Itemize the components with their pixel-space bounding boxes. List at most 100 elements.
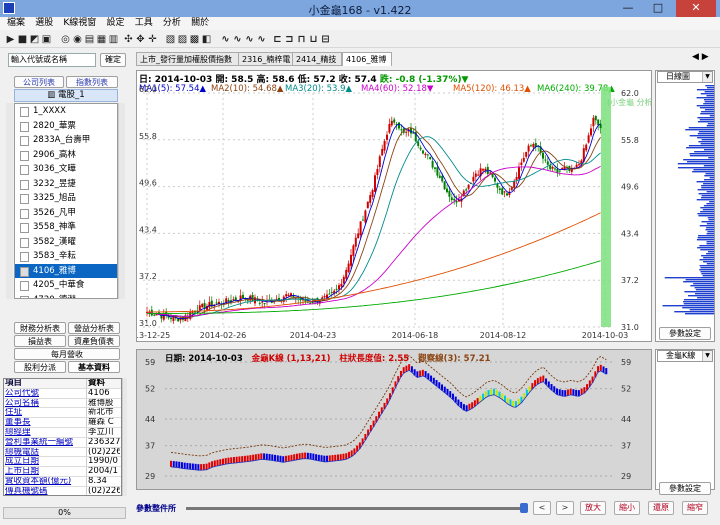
info-scrollbar[interactable] — [122, 378, 127, 496]
tool-a-icon[interactable]: ▧ — [165, 34, 176, 45]
k-c-icon[interactable]: ⊓ — [296, 34, 307, 45]
volume-bar — [698, 193, 714, 195]
tab-taiex[interactable]: 上市_發行量加權股價指數 — [136, 52, 246, 66]
volume-bar — [687, 161, 714, 163]
indicator-select[interactable]: 金龜K線 ▼ — [657, 350, 713, 362]
list-item[interactable]: 3582_漢曜 — [15, 235, 117, 250]
list-item[interactable]: 4205_中華食 — [15, 278, 117, 293]
zoom-out-button[interactable]: 縮小 — [614, 501, 640, 515]
tool-c-icon[interactable]: ▩ — [189, 34, 200, 45]
stock-list-scrollbar[interactable] — [118, 103, 125, 299]
indicator-plot[interactable]: 59 59 52 52 44 44 37 37 29 29 — [137, 350, 651, 489]
close-button[interactable]: ✕ — [676, 0, 716, 17]
kline-plot[interactable]: 62.0 62.0 55.8 55.8 49.6 49.6 43.4 43.4 37.2 37.2… — [137, 71, 651, 341]
cross-icon[interactable]: ✛ — [147, 34, 158, 45]
tool-b-icon[interactable]: ▨ — [177, 34, 188, 45]
info-key[interactable]: 實收資本額(億元) — [4, 477, 86, 486]
list-item[interactable]: 3325_旭品 — [15, 191, 117, 206]
print-icon[interactable]: ▣ — [41, 34, 52, 45]
income-statement-button[interactable]: 損益表 — [14, 335, 66, 347]
list-item[interactable]: 3036_文曄 — [15, 162, 117, 177]
volume-bar — [699, 265, 714, 267]
search-input[interactable]: 輸入代號或名稱 — [8, 53, 96, 67]
k-a-icon[interactable]: ⊏ — [272, 34, 283, 45]
basic-info-button[interactable]: 基本資料 — [68, 361, 120, 373]
restore-button[interactable]: 還原 — [648, 501, 674, 515]
tab-2316[interactable]: 2316_楠梓電 — [238, 52, 294, 66]
zoom-icon[interactable]: ◉ — [72, 34, 83, 45]
wave-a-icon[interactable]: ∿ — [220, 34, 231, 45]
k-d-icon[interactable]: ⊔ — [308, 34, 319, 45]
search-icon[interactable]: ◎ — [60, 34, 71, 45]
prev-button[interactable]: < — [533, 501, 551, 515]
save-icon[interactable]: ■ — [17, 34, 28, 45]
list-item[interactable]: 2906_高林 — [15, 148, 117, 163]
info-key[interactable]: 成立日期 — [4, 457, 86, 466]
kline-chart[interactable]: 日: 2014-10-03 開: 58.5 高: 58.6 低: 57.2 收:… — [136, 70, 652, 342]
menu-about[interactable]: 關於 — [191, 17, 209, 30]
time-slider-handle[interactable] — [520, 503, 528, 513]
list-item[interactable]: 4106_雅博 — [15, 263, 117, 278]
menu-analysis[interactable]: 分析 — [163, 17, 181, 30]
info-key[interactable]: 總機電話 — [4, 448, 86, 457]
menu-file[interactable]: 檔案 — [7, 17, 25, 30]
grid-icon[interactable]: ▦ — [96, 34, 107, 45]
move-icon[interactable]: ✣ — [123, 34, 134, 45]
open-icon[interactable]: ◩ — [29, 34, 40, 45]
shrink-button[interactable]: 縮窄 — [682, 501, 708, 515]
left-scrollbar[interactable] — [6, 103, 13, 299]
index-list-button[interactable]: 指數列表 — [66, 76, 118, 88]
confirm-button[interactable]: 確定 — [100, 53, 126, 67]
list-item[interactable]: 4720_德淵 — [15, 293, 117, 298]
period-select[interactable]: 日線圖 ▼ — [657, 71, 713, 83]
list-item[interactable]: 3558_神準 — [15, 220, 117, 235]
group-title[interactable]: ▥ 電股_1 — [14, 89, 118, 102]
wave-d-icon[interactable]: ∿ — [256, 34, 267, 45]
play-icon[interactable]: ▶ — [5, 34, 16, 45]
list-item[interactable]: 3526_凡甲 — [15, 206, 117, 221]
info-key[interactable]: 公司代號 — [4, 389, 86, 398]
info-key[interactable]: 總經理 — [4, 428, 86, 437]
tab-4106[interactable]: 4106_雅博 — [342, 52, 392, 66]
expand-icon[interactable]: ✥ — [135, 34, 146, 45]
info-key[interactable]: 公司名稱 — [4, 399, 86, 408]
maximize-button[interactable]: □ — [646, 0, 670, 17]
time-slider-track[interactable] — [186, 507, 526, 510]
list-item[interactable]: 1_XXXX — [15, 104, 117, 119]
dividend-button[interactable]: 股利分派 — [14, 361, 66, 373]
tool-d-icon[interactable]: ◧ — [201, 34, 212, 45]
list-item[interactable]: 3583_辛耘 — [15, 249, 117, 264]
k-e-icon[interactable]: ⊟ — [320, 34, 331, 45]
wave-c-icon[interactable]: ∿ — [244, 34, 255, 45]
info-key[interactable]: 傳真機號碼 — [4, 487, 86, 495]
indicator-settings-button[interactable]: 參數設定 — [659, 482, 711, 495]
menu-select-stock[interactable]: 選股 — [35, 17, 53, 30]
profit-analysis-button[interactable]: 營益分析表 — [68, 322, 120, 334]
tab-nav[interactable]: ◀ ▶ — [692, 52, 714, 66]
list-item[interactable]: 2820_華票 — [15, 119, 117, 134]
stock-list[interactable]: 1_XXXX 2820_華票 2833A_台壽甲 2906_高林 3036_文曄 3232… — [14, 103, 118, 299]
list-item[interactable]: 2833A_台壽甲 — [15, 133, 117, 148]
kline-settings-button[interactable]: 參數設定 — [659, 327, 711, 340]
info-key[interactable]: 董事長 — [4, 418, 86, 427]
info-key[interactable]: 上市日期 — [4, 467, 86, 476]
financial-analysis-button[interactable]: 財務分析表 — [14, 322, 66, 334]
info-key[interactable]: 住址 — [4, 408, 86, 417]
next-button[interactable]: > — [556, 501, 574, 515]
k-b-icon[interactable]: ⊐ — [284, 34, 295, 45]
indicator-chart[interactable]: 日期: 2014-10-03 金龜K線 (1,13,21) 柱狀長度值: 2.5… — [136, 349, 652, 490]
zoom-in-button[interactable]: 放大 — [580, 501, 606, 515]
wave-b-icon[interactable]: ∿ — [232, 34, 243, 45]
info-key[interactable]: 營利事業統一編號 — [4, 438, 86, 447]
menu-tools[interactable]: 工具 — [135, 17, 153, 30]
minimize-button[interactable]: — — [616, 0, 640, 17]
chart-icon[interactable]: ▤ — [84, 34, 95, 45]
list-item[interactable]: 3232_昱捷 — [15, 177, 117, 192]
menu-settings[interactable]: 設定 — [107, 17, 125, 30]
tab-2414[interactable]: 2414_精技 — [292, 52, 342, 66]
menu-kline-window[interactable]: K線視窗 — [63, 17, 96, 30]
balance-sheet-button[interactable]: 資產負債表 — [68, 335, 120, 347]
table-icon[interactable]: ▥ — [108, 34, 119, 45]
company-list-button[interactable]: 公司列表 — [14, 76, 64, 88]
monthly-revenue-button[interactable]: 每月營收 — [14, 348, 120, 360]
